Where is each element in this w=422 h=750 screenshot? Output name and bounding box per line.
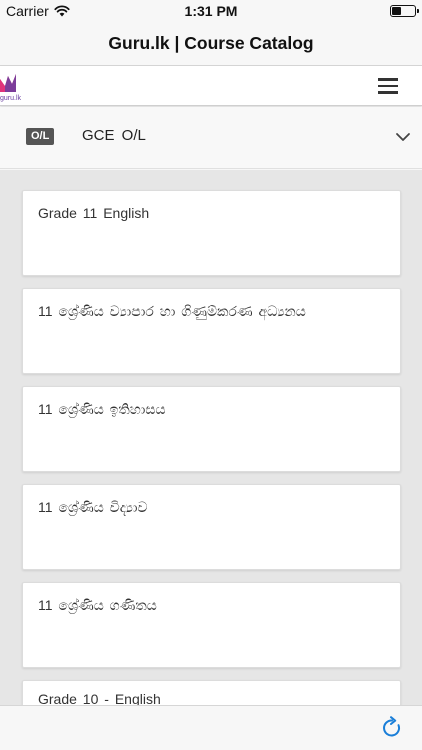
course-title: 11 ශ්‍රේණිය විද්‍යාව bbox=[38, 499, 148, 515]
battery-icon bbox=[390, 5, 419, 17]
course-card[interactable]: 11 ශ්‍රේණිය විද්‍යාව bbox=[22, 484, 401, 570]
menu-button[interactable] bbox=[378, 78, 398, 94]
course-card[interactable]: Grade 11 English bbox=[22, 190, 401, 276]
page-title: Guru.lk | Course Catalog bbox=[108, 33, 314, 53]
level-badge: O/L bbox=[26, 128, 55, 145]
level-label: GCE O/L bbox=[82, 127, 146, 144]
course-title: 11 ශ්‍රේණිය ව්‍යාපාර හා ගිණුම්කරණ අධ්‍යන… bbox=[38, 303, 306, 319]
course-title: Grade 10 - English bbox=[38, 691, 161, 705]
refresh-icon[interactable] bbox=[380, 716, 404, 740]
course-title: Grade 11 English bbox=[38, 205, 150, 221]
navigation-bar: Guru.lk | Course Catalog bbox=[0, 22, 422, 66]
course-card[interactable]: 11 ශ්‍රේණිය ව්‍යාපාර හා ගිණුම්කරණ අධ්‍යන… bbox=[22, 288, 401, 374]
course-list[interactable]: Grade 11 English 11 ශ්‍රේණිය ව්‍යාපාර හා… bbox=[0, 170, 422, 705]
course-title: 11 ශ්‍රේණිය ගණිතය bbox=[38, 597, 157, 613]
course-card[interactable]: 11 ශ්‍රේණිය ගණිතය bbox=[22, 582, 401, 668]
logo-text: guru.lk bbox=[0, 95, 22, 102]
course-card[interactable]: 11 ශ්‍රේණිය ඉතිහාසය bbox=[22, 386, 401, 472]
status-bar: Carrier 1:31 PM bbox=[0, 0, 422, 22]
level-selector[interactable]: O/L GCE O/L bbox=[0, 107, 422, 169]
chevron-down-icon[interactable] bbox=[395, 129, 411, 145]
course-card[interactable]: Grade 10 - English bbox=[22, 680, 401, 705]
bottom-toolbar bbox=[0, 705, 422, 750]
course-title: 11 ශ්‍රේණිය ඉතිහාසය bbox=[38, 401, 166, 417]
status-time: 1:31 PM bbox=[184, 3, 238, 19]
battery-level bbox=[392, 7, 402, 15]
site-header: guru.lk bbox=[0, 66, 422, 106]
guru-logo[interactable]: guru.lk bbox=[0, 70, 28, 102]
